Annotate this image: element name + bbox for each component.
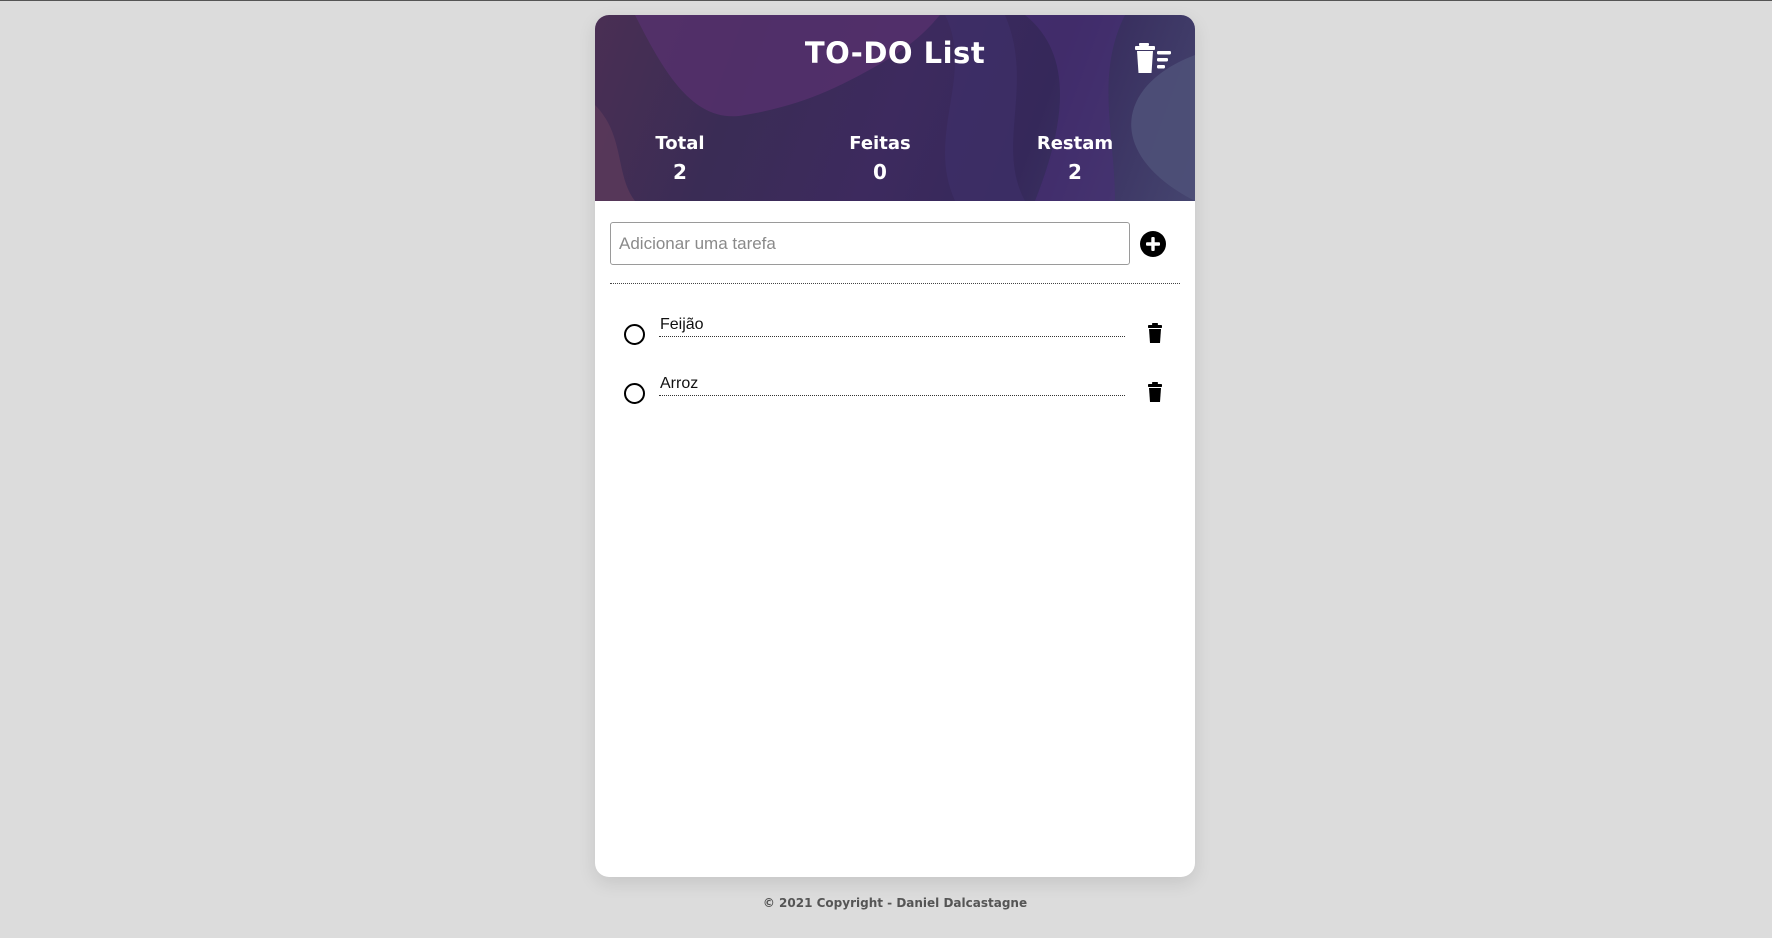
trash-list-icon [1135,43,1171,73]
stat-done-value: 0 [873,160,887,184]
task-item: Feijão [595,315,1195,355]
task-checkbox[interactable] [624,383,645,404]
page-title: TO-DO List [804,36,986,70]
stat-total: Total 2 [605,133,755,184]
stat-remaining-label: Restam [1036,133,1114,154]
plus-circle-icon [1140,231,1166,257]
trash-icon [1148,382,1162,402]
stat-remaining: Restam 2 [1000,133,1150,184]
task-item: Arroz [595,374,1195,414]
clear-all-button[interactable] [1135,42,1173,74]
footer-copyright: © 2021 Copyright - Daniel Dalcastagne [762,896,1028,910]
stat-total-value: 2 [673,160,687,184]
add-task-row [610,222,1180,266]
task-checkbox[interactable] [624,324,645,345]
divider [610,283,1180,284]
task-text[interactable]: Arroz [659,374,1125,396]
delete-task-button[interactable] [1148,382,1162,402]
add-task-button[interactable] [1140,231,1166,257]
stat-total-label: Total [655,133,705,154]
delete-task-button[interactable] [1148,323,1162,343]
stat-done-label: Feitas [849,133,911,154]
task-input[interactable] [610,222,1130,265]
stat-done: Feitas 0 [805,133,955,184]
window-top-border [0,0,1772,1]
task-text[interactable]: Feijão [659,315,1125,337]
todo-card: TO-DO List Total 2 Feitas 0 Restam 2 Adi… [595,15,1195,877]
stat-remaining-value: 2 [1068,160,1082,184]
trash-icon [1148,323,1162,343]
header: TO-DO List Total 2 Feitas 0 Restam 2 [595,15,1195,201]
